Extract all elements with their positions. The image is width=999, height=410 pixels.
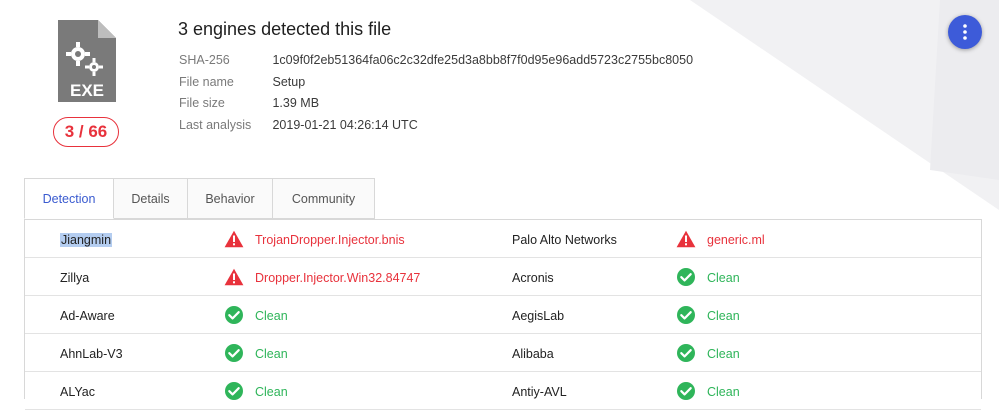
tab-details[interactable]: Details (114, 178, 188, 219)
meta-label: SHA-256 (179, 53, 230, 67)
meta-row-file-size: File size 1.39 MB (179, 96, 319, 110)
check-circle-icon (676, 382, 696, 400)
warning-triangle-icon (224, 268, 244, 286)
page-title: 3 engines detected this file (178, 19, 392, 39)
detection-result: Clean (707, 385, 740, 399)
detection-results-table: Jiangmin TrojanDropper.Injector.bnis Palo … (24, 219, 982, 410)
tab-detection[interactable]: Detection (24, 178, 114, 219)
meta-row-file-name: File name Setup (179, 75, 305, 89)
engine-name: Palo Alto Networks (512, 233, 617, 247)
detection-result: generic.ml (707, 233, 765, 247)
engine-name: Alibaba (512, 347, 554, 361)
table-row: Zillya Dropper.Injector.Win32.84747 Acroni… (25, 258, 981, 296)
check-circle-icon (676, 268, 696, 286)
engine-name: AegisLab (512, 309, 565, 323)
exe-file-icon: EXE (58, 20, 116, 102)
table-row: ALYac Clean Antiy-AVL Clean (25, 372, 981, 410)
tab-community[interactable]: Community (273, 178, 375, 219)
detection-score-badge: 3 / 66 (53, 117, 119, 147)
tab-behavior[interactable]: Behavior (188, 178, 273, 219)
meta-value: 1.39 MB (272, 96, 320, 110)
meta-row-sha256: SHA-256 1c09f0f2eb51364fa06c2c32dfe25d3a… (179, 53, 693, 67)
engine-name: Ad-Aware (60, 309, 115, 323)
detection-result: Clean (707, 309, 740, 323)
engine-name: Jiangmin (60, 233, 113, 247)
check-circle-icon (676, 344, 696, 362)
detection-result: Clean (707, 347, 740, 361)
report-tabs: Detection Details Behavior Community (24, 178, 375, 219)
detection-result: Clean (255, 385, 288, 399)
more-options-button[interactable] (948, 15, 982, 49)
engine-name: Zillya (60, 271, 90, 285)
detection-result: Clean (255, 347, 288, 361)
check-circle-icon (224, 306, 244, 324)
detection-result: Clean (707, 271, 740, 285)
check-circle-icon (224, 344, 244, 362)
detection-result: Dropper.Injector.Win32.84747 (255, 271, 421, 285)
meta-row-last-analysis: Last analysis 2019-01-21 04:26:14 UTC (179, 118, 418, 132)
table-row: Jiangmin TrojanDropper.Injector.bnis Palo … (25, 220, 981, 258)
engine-name: AhnLab-V3 (60, 347, 123, 361)
meta-label: Last analysis (179, 118, 252, 132)
table-row: Ad-Aware Clean AegisLab Clean (25, 296, 981, 334)
engine-name: Antiy-AVL (512, 385, 567, 399)
more-vertical-icon (963, 24, 967, 40)
file-type-label: EXE (70, 81, 104, 100)
warning-triangle-icon (676, 230, 696, 248)
check-circle-icon (224, 382, 244, 400)
check-circle-icon (676, 306, 696, 324)
meta-value: 2019-01-21 04:26:14 UTC (272, 118, 418, 132)
meta-label: File name (179, 75, 234, 89)
meta-value: Setup (272, 75, 306, 89)
detection-result: TrojanDropper.Injector.bnis (255, 233, 405, 247)
engine-name: ALYac (60, 385, 95, 399)
detection-result: Clean (255, 309, 288, 323)
table-row: AhnLab-V3 Clean Alibaba Clean (25, 334, 981, 372)
meta-label: File size (179, 96, 225, 110)
engine-name: Acronis (512, 271, 554, 285)
meta-value: 1c09f0f2eb51364fa06c2c32dfe25d3a8bb8f7f0… (272, 53, 694, 67)
warning-triangle-icon (224, 230, 244, 248)
